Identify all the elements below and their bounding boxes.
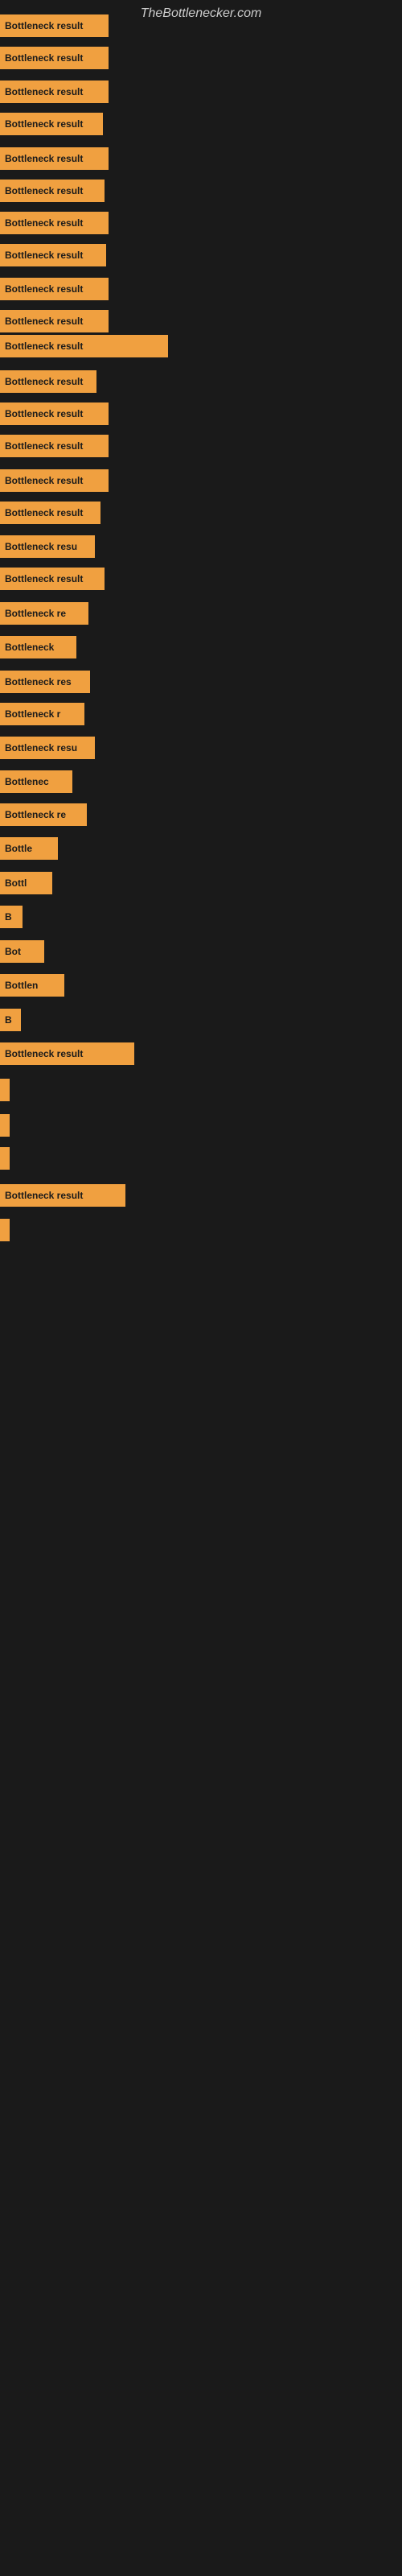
bar-item: Bottleneck result [0,435,109,457]
bar-item: Bottleneck result [0,113,103,135]
bar-item: Bottleneck result [0,310,109,332]
bar-item: Bottleneck re [0,602,88,625]
bar-item: Bottleneck result [0,244,106,266]
bottleneck-result-bar: Bottleneck resu [0,737,95,759]
bottleneck-result-bar: B [0,1009,21,1031]
bottleneck-result-bar [0,1147,10,1170]
bar-item: Bottleneck result [0,469,109,492]
bottleneck-result-bar: Bottleneck result [0,370,96,393]
bottleneck-result-bar: Bottleneck res [0,671,90,693]
bottleneck-result-bar: Bottleneck result [0,47,109,69]
bar-item [0,1219,10,1241]
bottleneck-result-bar: Bottleneck result [0,435,109,457]
bottleneck-result-bar: Bottleneck resu [0,535,95,558]
bottleneck-result-bar: Bottl [0,872,52,894]
bottleneck-result-bar: Bottleneck result [0,335,168,357]
bar-item: Bottleneck resu [0,535,95,558]
bottleneck-result-bar: Bottle [0,837,58,860]
bar-item [0,1079,10,1101]
bar-item: Bottleneck [0,636,76,658]
bottleneck-result-bar: Bottleneck result [0,278,109,300]
bottleneck-result-bar: Bottleneck re [0,803,87,826]
bar-item: Bottleneck re [0,803,87,826]
bottleneck-result-bar: Bottlenec [0,770,72,793]
bottleneck-result-bar: Bottlen [0,974,64,997]
bottleneck-result-bar: Bottleneck result [0,212,109,234]
bar-item: Bottleneck result [0,180,105,202]
bottleneck-result-bar: Bottleneck result [0,180,105,202]
bar-item: Bottleneck result [0,370,96,393]
bar-item: Bottle [0,837,58,860]
bar-item: Bottleneck result [0,1184,125,1207]
bar-item: Bottleneck result [0,278,109,300]
bottleneck-result-bar: Bottleneck result [0,80,109,103]
bar-item: Bottlen [0,974,64,997]
bottleneck-result-bar: Bottleneck [0,636,76,658]
bottleneck-result-bar: Bottleneck result [0,147,109,170]
bar-item: Bottl [0,872,52,894]
bar-item [0,1147,10,1170]
bar-item: Bottleneck result [0,212,109,234]
bottleneck-result-bar: Bottleneck result [0,568,105,590]
bar-item: Bottleneck result [0,147,109,170]
bar-item: Bottleneck resu [0,737,95,759]
bar-item: Bottleneck result [0,47,109,69]
bar-item: Bottleneck result [0,335,168,357]
bottleneck-result-bar [0,1219,10,1241]
bar-item: Bot [0,940,44,963]
bottleneck-result-bar [0,1079,10,1101]
bar-item: Bottleneck result [0,1042,134,1065]
bottleneck-result-bar: Bottleneck result [0,14,109,37]
bottleneck-result-bar: Bottleneck result [0,310,109,332]
bottleneck-result-bar: B [0,906,23,928]
bottleneck-result-bar: Bottleneck result [0,244,106,266]
bottleneck-result-bar: Bottleneck result [0,469,109,492]
bar-item: B [0,906,23,928]
bottleneck-result-bar [0,1114,10,1137]
bar-item: Bottleneck result [0,568,105,590]
bar-item [0,1114,10,1137]
bottleneck-result-bar: Bottleneck result [0,502,100,524]
bottleneck-result-bar: Bottleneck re [0,602,88,625]
bar-item: Bottleneck result [0,402,109,425]
bar-item: Bottleneck result [0,80,109,103]
bottleneck-result-bar: Bot [0,940,44,963]
bar-item: Bottleneck r [0,703,84,725]
bottleneck-result-bar: Bottleneck result [0,113,103,135]
bar-item: Bottleneck res [0,671,90,693]
bar-item: Bottlenec [0,770,72,793]
bottleneck-result-bar: Bottleneck r [0,703,84,725]
bottleneck-result-bar: Bottleneck result [0,1042,134,1065]
bar-item: Bottleneck result [0,14,109,37]
bar-item: B [0,1009,21,1031]
bottleneck-result-bar: Bottleneck result [0,402,109,425]
bottleneck-result-bar: Bottleneck result [0,1184,125,1207]
bar-item: Bottleneck result [0,502,100,524]
